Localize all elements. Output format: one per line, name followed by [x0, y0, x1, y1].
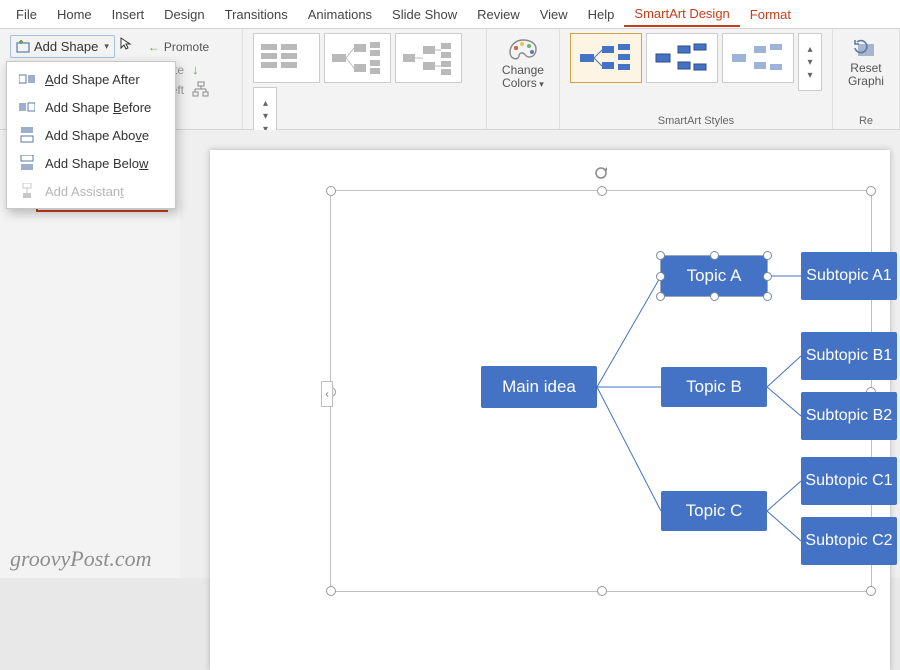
add-shape-dropdown: Add Shape After Add Shape Before Add Sha…: [6, 61, 176, 209]
ribbon-group-layouts: ▴▾▾ Layouts: [243, 29, 486, 129]
resize-handle[interactable]: [326, 586, 336, 596]
node-subtopic-c1[interactable]: Subtopic C1: [801, 457, 897, 505]
resize-handle[interactable]: [656, 251, 665, 260]
resize-handle[interactable]: [866, 186, 876, 196]
add-shape-caret-icon: ▾: [104, 41, 109, 52]
smartart-graphic[interactable]: ‹ Main idea: [330, 190, 872, 592]
resize-handle[interactable]: [597, 586, 607, 596]
styles-gallery: ▴ ▾ ▾: [570, 33, 822, 91]
add-shape-icon: [16, 40, 30, 54]
reset-graphic-button[interactable]: ResetGraphi: [843, 35, 889, 91]
add-after-label: Add Shape After: [45, 72, 140, 87]
reset-icon: [853, 38, 879, 60]
tab-animations[interactable]: Animations: [298, 3, 382, 26]
style-thumb-2[interactable]: [646, 33, 718, 83]
resize-handle[interactable]: [763, 272, 772, 281]
arrow-down-icon: ↓: [192, 62, 199, 77]
ribbon: Add Shape ▾ ← Promote te ↓ to Left Add S…: [0, 29, 900, 130]
resize-handle[interactable]: [763, 251, 772, 260]
promote-button[interactable]: ← Promote: [143, 37, 214, 57]
node-topic-a[interactable]: Topic A: [661, 256, 767, 296]
node-topic-b[interactable]: Topic B: [661, 367, 767, 407]
tab-slideshow[interactable]: Slide Show: [382, 3, 467, 26]
tab-file[interactable]: File: [6, 3, 47, 26]
tab-home[interactable]: Home: [47, 3, 102, 26]
tab-transitions[interactable]: Transitions: [215, 3, 298, 26]
chevron-left-icon: ‹: [325, 389, 328, 400]
add-assistant: Add Assistant: [7, 177, 175, 205]
resize-handle[interactable]: [597, 186, 607, 196]
palette-icon: [508, 38, 538, 62]
chevron-down-icon: ▾: [263, 111, 268, 122]
tab-smartart-design[interactable]: SmartArt Design: [624, 2, 739, 27]
resize-handle[interactable]: [710, 251, 719, 260]
text-pane-toggle[interactable]: ‹: [321, 381, 333, 407]
change-colors-label: ChangeColors ▾: [502, 64, 544, 90]
add-before-label: Add Shape Before: [45, 100, 151, 115]
style-thumb-3[interactable]: [722, 33, 794, 83]
add-assistant-icon: [19, 183, 35, 199]
node-subtopic-b1[interactable]: Subtopic B1: [801, 332, 897, 380]
tab-help[interactable]: Help: [578, 3, 625, 26]
add-shape-label: Add Shape: [34, 39, 98, 54]
resize-handle[interactable]: [326, 186, 336, 196]
ribbon-group-styles: ▴ ▾ ▾ SmartArt Styles: [560, 29, 833, 129]
ribbon-group-colors: ChangeColors ▾: [487, 29, 560, 129]
tab-view[interactable]: View: [530, 3, 578, 26]
change-colors-button[interactable]: ChangeColors ▾: [497, 35, 549, 93]
layout-thumb-2[interactable]: [324, 33, 391, 83]
add-shape-before[interactable]: Add Shape Before: [7, 93, 175, 121]
node-subtopic-a1[interactable]: Subtopic A1: [801, 252, 897, 300]
node-subtopic-c2[interactable]: Subtopic C2: [801, 517, 897, 565]
resize-handle[interactable]: [656, 292, 665, 301]
slide[interactable]: ‹ Main idea: [210, 150, 890, 670]
chevron-down-icon: ▾: [807, 57, 812, 68]
menu-bar: File Home Insert Design Transitions Anim…: [0, 0, 900, 29]
layouts-gallery: ▴▾▾: [253, 33, 475, 145]
tab-review[interactable]: Review: [467, 3, 530, 26]
org-chart-icon: [192, 81, 210, 99]
chevron-up-icon: ▴: [807, 44, 812, 55]
smartart-connectors: [331, 191, 871, 591]
add-shape-button[interactable]: Add Shape ▾: [10, 35, 115, 58]
reset-label: ResetGraphi: [848, 62, 884, 88]
add-shape-below[interactable]: Add Shape Below: [7, 149, 175, 177]
tab-insert[interactable]: Insert: [102, 3, 155, 26]
node-topic-a-label: Topic A: [687, 266, 742, 286]
styles-more[interactable]: ▴ ▾ ▾: [798, 33, 822, 91]
arrow-left-icon: ←: [148, 40, 160, 54]
layout-thumb-1[interactable]: [253, 33, 320, 83]
promote-label: Promote: [164, 40, 209, 54]
watermark: groovyPost.com: [10, 546, 152, 572]
resize-handle[interactable]: [656, 272, 665, 281]
node-topic-c[interactable]: Topic C: [661, 491, 767, 531]
add-assistant-label: Add Assistant: [45, 184, 124, 199]
rotate-handle-icon[interactable]: [594, 166, 608, 180]
add-shape-above[interactable]: Add Shape Above: [7, 121, 175, 149]
cursor-icon: [120, 37, 132, 54]
style-thumb-1[interactable]: [570, 33, 642, 83]
group-label-styles: SmartArt Styles: [570, 111, 822, 127]
layout-thumb-3[interactable]: [395, 33, 462, 83]
tab-design[interactable]: Design: [154, 3, 214, 26]
tab-format[interactable]: Format: [740, 3, 801, 26]
add-above-label: Add Shape Above: [45, 128, 149, 143]
resize-handle[interactable]: [763, 292, 772, 301]
add-below-label: Add Shape Below: [45, 156, 148, 171]
chevron-up-icon: ▴: [263, 98, 268, 109]
node-subtopic-b2[interactable]: Subtopic B2: [801, 392, 897, 440]
ribbon-group-reset: ResetGraphi Re: [833, 29, 900, 129]
slide-canvas-area[interactable]: ‹ Main idea: [180, 130, 900, 578]
add-shape-after[interactable]: Add Shape After: [7, 65, 175, 93]
add-above-icon: [19, 127, 35, 143]
node-main-idea[interactable]: Main idea: [481, 366, 597, 408]
add-after-icon: [19, 71, 35, 87]
resize-handle[interactable]: [710, 292, 719, 301]
add-before-icon: [19, 99, 35, 115]
resize-handle[interactable]: [866, 586, 876, 596]
chevron-down-bar-icon: ▾: [807, 70, 812, 81]
add-below-icon: [19, 155, 35, 171]
group-label-reset: Re: [859, 111, 873, 127]
